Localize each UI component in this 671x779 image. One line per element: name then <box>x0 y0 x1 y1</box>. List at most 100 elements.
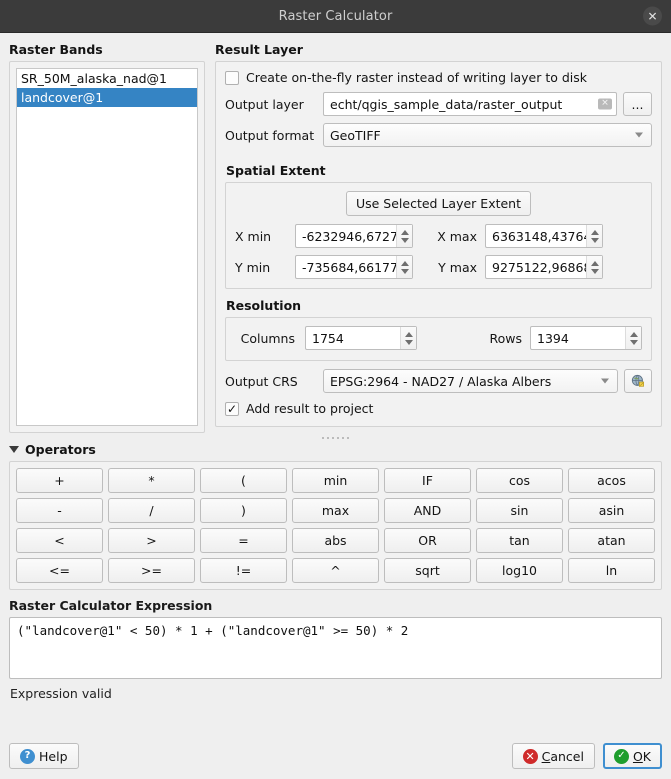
operator-button[interactable]: <= <box>16 558 103 583</box>
operator-button[interactable]: OR <box>384 528 471 553</box>
clear-icon[interactable]: ✕ <box>598 99 612 110</box>
dialog-body: Raster Bands SR_50M_alaska_nad@1 landcov… <box>0 33 671 743</box>
ok-label: OK <box>633 749 651 764</box>
operator-button[interactable]: > <box>108 528 195 553</box>
xmin-spinbox[interactable]: -6232946,67270 <box>295 224 413 248</box>
resolution-label: Resolution <box>226 298 652 313</box>
operator-button[interactable]: tan <box>476 528 563 553</box>
list-item[interactable]: landcover@1 <box>17 88 197 107</box>
browse-output-button[interactable]: ... <box>623 92 652 116</box>
ok-button[interactable]: ✓ OK <box>603 743 662 769</box>
xmin-stepper[interactable] <box>396 225 412 247</box>
expression-input[interactable]: ("landcover@1" < 50) * 1 + ("landcover@1… <box>9 617 662 679</box>
result-settings-panel: Result Layer Create on-the-fly raster in… <box>215 42 662 433</box>
ymin-value: -735684,66177 <box>296 260 396 275</box>
result-layer-label: Result Layer <box>215 42 662 57</box>
operator-button[interactable]: AND <box>384 498 471 523</box>
raster-bands-list[interactable]: SR_50M_alaska_nad@1 landcover@1 <box>16 68 198 426</box>
onthefly-row: Create on-the-fly raster instead of writ… <box>225 70 652 85</box>
xmax-stepper[interactable] <box>586 225 602 247</box>
columns-spinbox[interactable]: 1754 <box>305 326 417 350</box>
raster-bands-groupbox: SR_50M_alaska_nad@1 landcover@1 <box>9 61 205 433</box>
operator-button[interactable]: max <box>292 498 379 523</box>
operator-button[interactable]: >= <box>108 558 195 583</box>
operator-button[interactable]: log10 <box>476 558 563 583</box>
operator-button[interactable]: != <box>200 558 287 583</box>
operator-button[interactable]: acos <box>568 468 655 493</box>
dialog-footer: ? Help ✕ Cancel ✓ OK <box>0 743 671 779</box>
ymax-label: Y max <box>419 260 479 275</box>
create-onthefly-label: Create on-the-fly raster instead of writ… <box>246 70 587 85</box>
output-layer-label: Output layer <box>225 97 323 112</box>
raster-bands-panel: Raster Bands SR_50M_alaska_nad@1 landcov… <box>9 42 205 433</box>
splitter-handle[interactable] <box>9 433 662 442</box>
operator-button[interactable]: cos <box>476 468 563 493</box>
columns-stepper[interactable] <box>400 327 416 349</box>
operator-button[interactable]: IF <box>384 468 471 493</box>
operators-header[interactable]: Operators <box>9 442 662 457</box>
result-layer-groupbox: Create on-the-fly raster instead of writ… <box>215 61 662 427</box>
ymax-spinbox[interactable]: 9275122,96868 <box>485 255 603 279</box>
xmin-value: -6232946,67270 <box>296 229 396 244</box>
help-label: Help <box>39 749 68 764</box>
operators-label: Operators <box>25 442 96 457</box>
operators-groupbox: + * ( min IF cos acos - / ) max AND sin … <box>9 461 662 590</box>
window-title: Raster Calculator <box>279 9 393 24</box>
operator-button[interactable]: ( <box>200 468 287 493</box>
operator-button[interactable]: + <box>16 468 103 493</box>
output-format-row: Output format GeoTIFF <box>225 123 652 147</box>
operator-button[interactable]: = <box>200 528 287 553</box>
chevron-down-icon <box>635 133 643 138</box>
ymin-spinbox[interactable]: -735684,66177 <box>295 255 413 279</box>
operator-button[interactable]: min <box>292 468 379 493</box>
create-onthefly-checkbox[interactable] <box>225 71 239 85</box>
chevron-down-icon <box>601 379 609 384</box>
spatial-extent-groupbox: Use Selected Layer Extent X min -6232946… <box>225 182 652 289</box>
ymax-value: 9275122,96868 <box>486 260 586 275</box>
output-format-select[interactable]: GeoTIFF <box>323 123 652 147</box>
operator-button[interactable]: atan <box>568 528 655 553</box>
add-to-project-row: Add result to project <box>225 401 652 416</box>
raster-calculator-dialog: Raster Calculator ✕ Raster Bands SR_50M_… <box>0 0 671 779</box>
close-icon[interactable]: ✕ <box>643 7 662 26</box>
operator-button[interactable]: ^ <box>292 558 379 583</box>
output-layer-row: Output layer ✕ ... <box>225 92 652 116</box>
extent-fields: X min -6232946,67270 X max 6363148,43764… <box>235 224 642 279</box>
ymin-stepper[interactable] <box>396 256 412 278</box>
rows-stepper[interactable] <box>625 327 641 349</box>
operator-button[interactable]: sin <box>476 498 563 523</box>
chevron-down-icon[interactable] <box>9 446 19 453</box>
ymax-stepper[interactable] <box>586 256 602 278</box>
output-layer-input[interactable] <box>323 92 617 116</box>
operator-button[interactable]: * <box>108 468 195 493</box>
operator-button[interactable]: < <box>16 528 103 553</box>
operator-button[interactable]: sqrt <box>384 558 471 583</box>
use-selected-layer-extent-button[interactable]: Use Selected Layer Extent <box>346 191 531 216</box>
output-format-value: GeoTIFF <box>330 128 381 143</box>
add-result-to-project-checkbox[interactable] <box>225 402 239 416</box>
operator-button[interactable]: / <box>108 498 195 523</box>
operator-button[interactable]: - <box>16 498 103 523</box>
operator-button[interactable]: ) <box>200 498 287 523</box>
operators-grid: + * ( min IF cos acos - / ) max AND sin … <box>16 468 655 583</box>
operator-button[interactable]: asin <box>568 498 655 523</box>
operator-button[interactable]: abs <box>292 528 379 553</box>
cancel-button[interactable]: ✕ Cancel <box>512 743 595 769</box>
columns-label: Columns <box>235 331 299 346</box>
cancel-icon: ✕ <box>523 749 538 764</box>
spatial-extent-label: Spatial Extent <box>226 163 652 178</box>
output-crs-select[interactable]: EPSG:2964 - NAD27 / Alaska Albers <box>323 369 618 393</box>
operator-button[interactable]: ln <box>568 558 655 583</box>
globe-crs-icon <box>631 373 645 389</box>
help-button[interactable]: ? Help <box>9 743 79 769</box>
columns-value: 1754 <box>306 331 400 346</box>
rows-spinbox[interactable]: 1394 <box>530 326 642 350</box>
rows-value: 1394 <box>531 331 625 346</box>
status-text: Expression valid <box>10 686 662 701</box>
globe-crs-icon-button[interactable] <box>624 369 652 393</box>
expression-label: Raster Calculator Expression <box>9 598 662 613</box>
top-row: Raster Bands SR_50M_alaska_nad@1 landcov… <box>9 42 662 433</box>
cancel-label: Cancel <box>542 749 584 764</box>
list-item[interactable]: SR_50M_alaska_nad@1 <box>17 69 197 88</box>
xmax-spinbox[interactable]: 6363148,43764 <box>485 224 603 248</box>
